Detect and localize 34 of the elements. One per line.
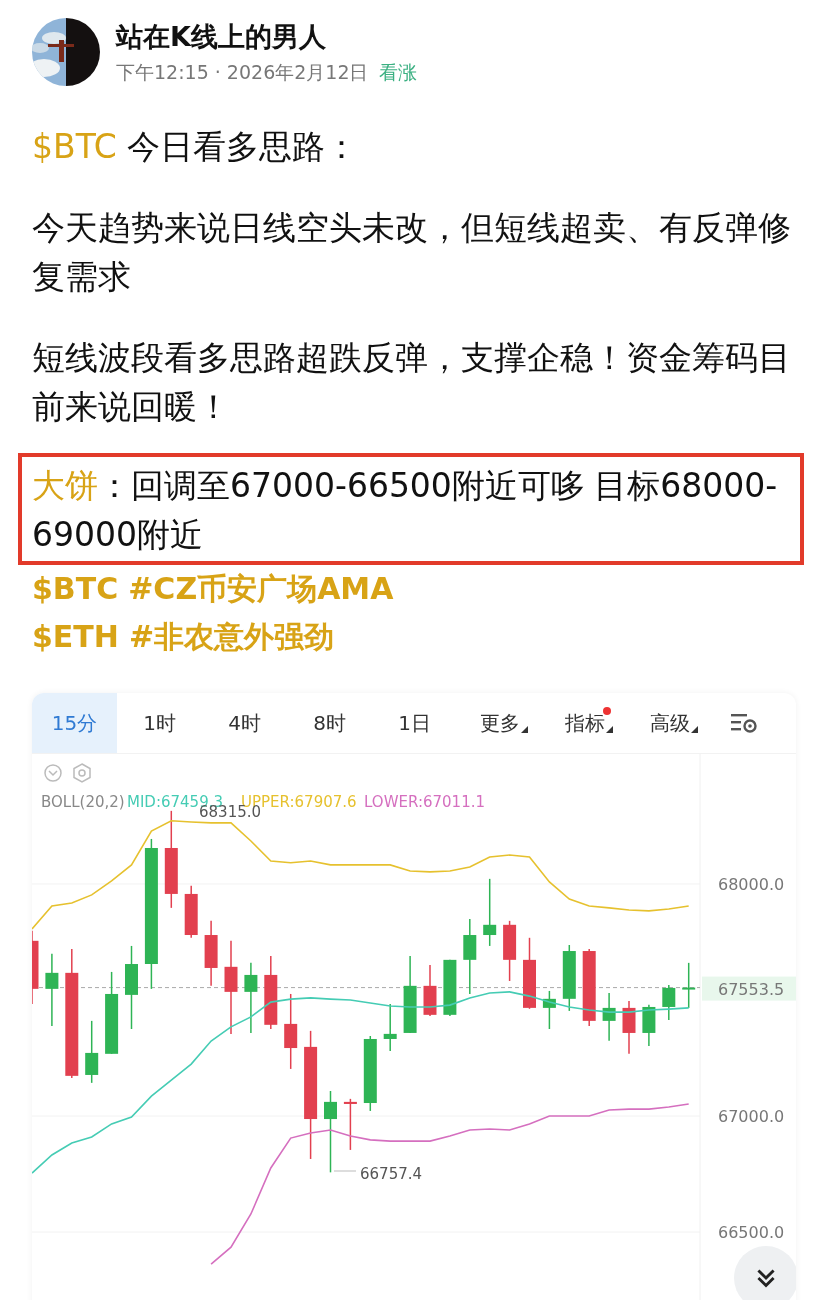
price-axis-label: 66500.0 [718,1223,785,1243]
current-price-tag: 67553.5 [702,976,796,1001]
candle [184,885,198,939]
candle [423,964,437,1017]
settings-icon[interactable] [730,712,758,734]
candle [85,1020,99,1084]
candle [682,962,696,1009]
candle [204,920,218,987]
candle [503,920,517,982]
scroll-down-button[interactable] [734,1246,796,1300]
post-paragraph: 大饼：回调至67000-66500附近可哆 目标68000-69000附近 [32,465,779,556]
post-paragraph: $BTC 今日看多思路： [32,126,360,168]
candle [383,1003,397,1052]
sentiment-label: 看涨 [378,60,417,85]
price-axis-label: 67000.0 [718,1107,785,1127]
band-legend-value: LOWER:67011.1 [364,793,485,811]
candle [443,959,457,1017]
candle [642,1004,656,1047]
indicator-name: BOLL(20,2) [41,793,125,811]
candle [622,1000,636,1055]
post-paragraph: 今天趋势来说日线空头未改，但短线超卖、有反弹修复需求 [32,207,792,298]
post-time: 下午12:15 · 2026年2月12日 [116,60,369,85]
price-axis-label: 68000.0 [718,874,785,894]
candle [542,990,556,1030]
author-name[interactable]: 站在K线上的男人 [116,18,326,56]
candle [662,984,676,1021]
post-paragraph: 短线波段看多思路超跌反弹，支撑企稳！资金筹码目前来说回暖！ [32,337,792,428]
candle [602,992,616,1042]
candle [244,962,258,1034]
ref-line-label: 67553.5 [718,979,785,999]
candle [483,878,497,947]
timeframe-tab[interactable]: 15分 [32,693,117,753]
candle [343,1098,357,1151]
candle [562,944,576,1012]
